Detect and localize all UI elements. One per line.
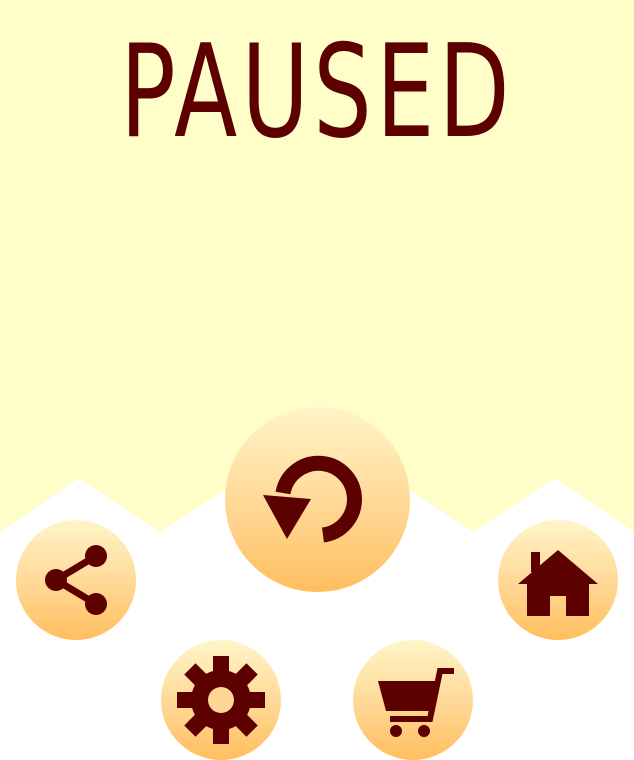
- home-button[interactable]: [498, 520, 618, 640]
- gear-icon: [177, 656, 265, 744]
- restart-button[interactable]: [225, 407, 410, 592]
- share-button[interactable]: [16, 520, 136, 640]
- home-icon: [518, 550, 598, 616]
- shop-button[interactable]: [353, 640, 473, 760]
- page-title: PAUSED: [120, 18, 514, 167]
- share-icon: [45, 545, 107, 615]
- cart-icon: [378, 668, 454, 737]
- pause-screen: PAUSED: [0, 0, 634, 760]
- settings-button[interactable]: [161, 640, 281, 760]
- restart-icon: [262, 455, 362, 542]
